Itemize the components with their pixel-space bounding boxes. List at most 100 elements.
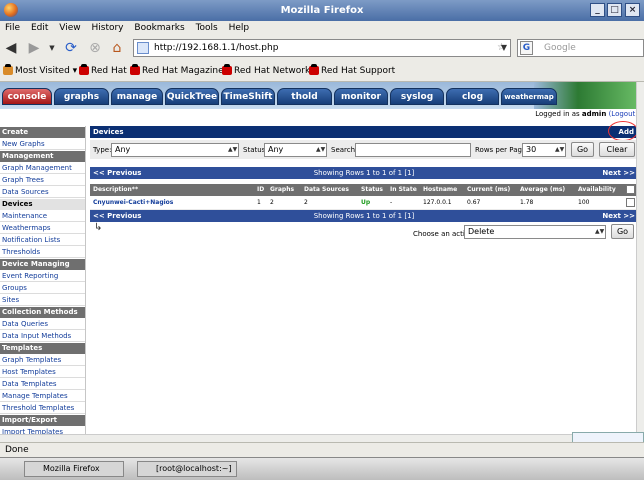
status-text: Done [5, 445, 29, 455]
menu-tools[interactable]: Tools [196, 21, 218, 36]
sidebar-item[interactable]: Data Sources [0, 186, 85, 198]
sidebar-item[interactable]: Data Templates [0, 378, 85, 390]
bookmark-most-visited[interactable]: Most Visited ▾ [3, 64, 77, 78]
tab-thold[interactable]: thold [277, 88, 332, 105]
tab-monitor[interactable]: monitor [334, 88, 388, 105]
bookmark-red-hat-support[interactable]: Red Hat Support [309, 64, 395, 78]
sidebar-item[interactable]: Graph Templates [0, 354, 85, 366]
select-arrow-icon: ▲▼ [316, 146, 326, 153]
back-icon[interactable]: ◀ [3, 40, 19, 56]
clear-button[interactable]: Clear [599, 142, 635, 157]
bookmark-red-hat[interactable]: Red Hat [79, 64, 127, 78]
sidebar-item[interactable]: Data Input Methods [0, 330, 85, 342]
sidebar-item[interactable]: Host Templates [0, 366, 85, 378]
column-id[interactable]: ID [257, 184, 264, 196]
taskbar: Mozilla Firefox [root@localhost:~] [0, 457, 644, 480]
menu-bookmarks[interactable]: Bookmarks [134, 21, 184, 36]
sidebar-item[interactable]: Graph Management [0, 162, 85, 174]
tab-manage[interactable]: manage [111, 88, 163, 105]
sidebar-item[interactable]: Sites [0, 294, 85, 306]
reload-icon[interactable]: ⟳ [63, 40, 79, 56]
tab-console[interactable]: console [2, 88, 52, 105]
search-label: Search: [331, 146, 358, 154]
menu-help[interactable]: Help [229, 21, 250, 36]
search-input[interactable]: G Google [517, 39, 644, 57]
device-search-input[interactable] [355, 143, 471, 157]
sidebar-item[interactable]: Thresholds [0, 246, 85, 258]
previous-link[interactable]: << Previous [93, 210, 141, 222]
tab-graphs[interactable]: graphs [54, 88, 109, 105]
select-arrow-icon: ▲▼ [595, 228, 605, 235]
bookmark-label: Red Hat Network [234, 66, 311, 76]
row-checkbox[interactable] [626, 198, 635, 207]
device-id: 1 [257, 199, 261, 206]
taskbar-firefox[interactable]: Mozilla Firefox [24, 461, 124, 477]
close-button[interactable]: × [625, 3, 640, 17]
sidebar-item[interactable]: Graph Trees [0, 174, 85, 186]
sidebar-item[interactable]: Groups [0, 282, 85, 294]
column-in-state[interactable]: In State [390, 184, 417, 196]
select-all-checkbox[interactable] [626, 185, 635, 194]
previous-link[interactable]: << Previous [93, 167, 141, 179]
device-description-link[interactable]: Cnyunwei-Cacti+Nagios [93, 196, 173, 210]
tab-weathermap[interactable]: weathermap [501, 88, 557, 105]
next-link[interactable]: Next >> [602, 167, 635, 179]
column-availability[interactable]: Availability [578, 184, 616, 196]
url-bar[interactable]: http://192.168.1.1/host.php ☆ [133, 39, 511, 57]
column-current[interactable]: Current (ms) [467, 184, 510, 196]
bookmark-label: Most Visited [15, 66, 70, 76]
rows-select[interactable]: 30 ▲▼ [522, 143, 566, 157]
tab-quicktree[interactable]: QuickTree [165, 88, 219, 105]
tab-syslog[interactable]: syslog [390, 88, 444, 105]
menu-history[interactable]: History [91, 21, 123, 36]
menu-edit[interactable]: Edit [31, 21, 48, 36]
bookmark-label: Red Hat Support [321, 66, 396, 76]
go-button[interactable]: Go [571, 142, 594, 157]
history-dropdown-icon[interactable]: ▼ [44, 40, 60, 56]
bookmark-red-hat-network[interactable]: Red Hat Network [222, 64, 310, 78]
column-graphs[interactable]: Graphs [270, 184, 294, 196]
login-prefix: Logged in as [535, 110, 580, 118]
column-status[interactable]: Status [361, 184, 383, 196]
table-row[interactable]: Cnyunwei-Cacti+Nagios 1 2 2 Up - 127.0.0… [90, 196, 638, 210]
column-description[interactable]: Description** [93, 184, 138, 196]
vertical-scrollbar[interactable] [636, 82, 644, 434]
minimize-button[interactable]: _ [590, 3, 605, 17]
status-select[interactable]: Any ▲▼ [264, 143, 327, 157]
maximize-button[interactable]: □ [607, 3, 622, 17]
column-hostname[interactable]: Hostname [423, 184, 457, 196]
sidebar-item[interactable]: Notification Lists [0, 234, 85, 246]
menu-view[interactable]: View [59, 21, 80, 36]
google-icon[interactable]: G [520, 41, 533, 55]
bookmark-red-hat-magazine[interactable]: Red Hat Magazine [130, 64, 224, 78]
action-select[interactable]: Delete ▲▼ [464, 225, 606, 239]
stop-icon[interactable]: ⊗ [87, 40, 103, 56]
sidebar-item-selected[interactable]: Devices [0, 199, 85, 210]
type-label: Type: [93, 146, 112, 154]
taskbar-terminal[interactable]: [root@localhost:~] [137, 461, 237, 477]
home-icon[interactable]: ⌂ [109, 40, 125, 56]
tab-clog[interactable]: clog [446, 88, 499, 105]
taskbar-label: Mozilla Firefox [43, 464, 100, 473]
tab-timeshift[interactable]: TimeShift [221, 88, 275, 105]
column-average[interactable]: Average (ms) [520, 184, 565, 196]
next-link[interactable]: Next >> [602, 210, 635, 222]
type-select[interactable]: Any ▲▼ [111, 143, 239, 157]
search-placeholder: Google [544, 43, 576, 53]
sidebar-section-header: Device Managing [0, 259, 85, 270]
action-go-button[interactable]: Go [611, 224, 634, 239]
forward-icon[interactable]: ▶ [26, 40, 42, 56]
sidebar-item[interactable]: Threshold Templates [0, 402, 85, 414]
sidebar-item[interactable]: Data Queries [0, 318, 85, 330]
horizontal-scrollbar[interactable] [0, 434, 644, 442]
sidebar-item[interactable]: Weathermaps [0, 222, 85, 234]
url-dropdown-icon[interactable]: ▼ [498, 40, 510, 56]
sidebar-item[interactable]: Manage Templates [0, 390, 85, 402]
logout-link[interactable]: (Logout) [609, 110, 638, 118]
sidebar-item[interactable]: New Graphs [0, 138, 85, 150]
menu-file[interactable]: File [5, 21, 20, 36]
folder-icon [3, 64, 13, 75]
column-data-sources[interactable]: Data Sources [304, 184, 349, 196]
sidebar-item[interactable]: Maintenance [0, 210, 85, 222]
sidebar-item[interactable]: Event Reporting [0, 270, 85, 282]
